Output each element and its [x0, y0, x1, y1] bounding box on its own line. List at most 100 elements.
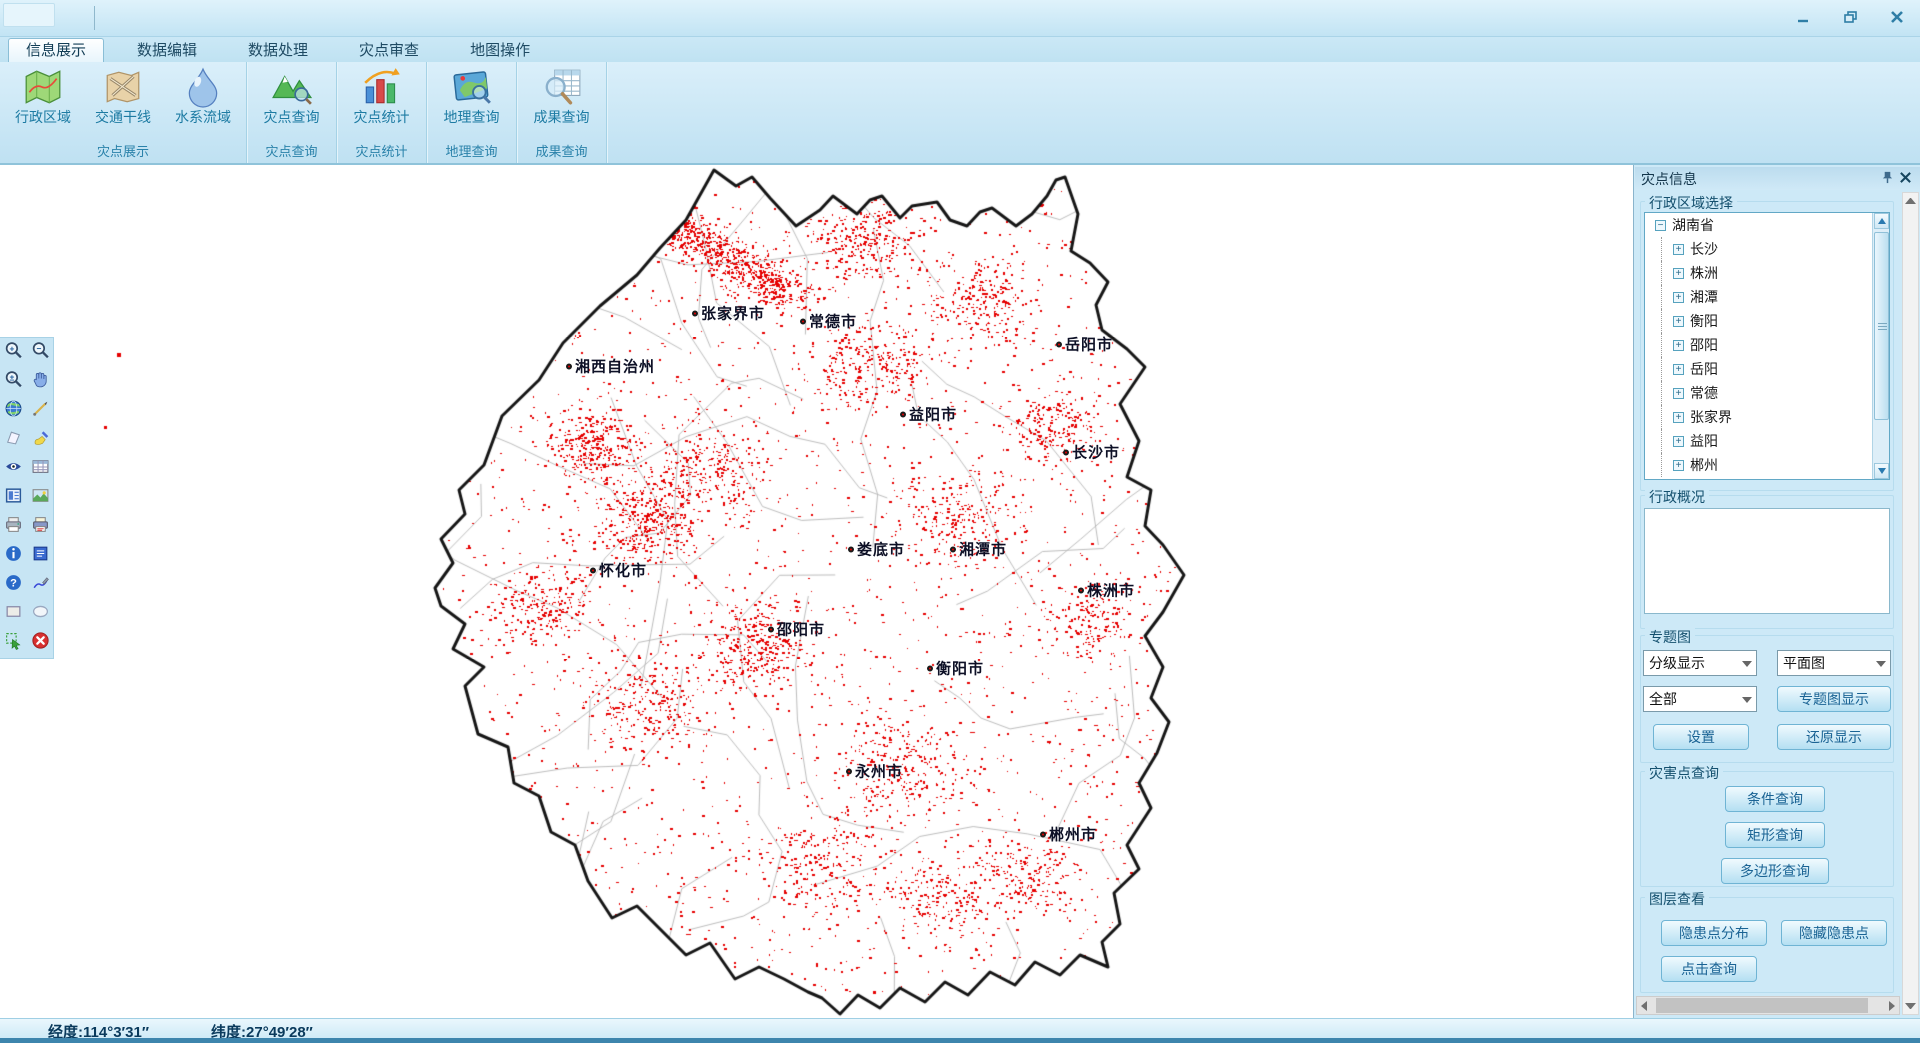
svg-text:+: + — [9, 343, 14, 353]
tree-item-常德[interactable]: +常德 — [1645, 381, 1889, 405]
restore-button[interactable] — [1834, 6, 1868, 28]
query-button-矩形查询[interactable]: 矩形查询 — [1725, 822, 1825, 848]
image-view-button[interactable] — [27, 483, 54, 512]
attribute-table-button[interactable] — [27, 454, 54, 483]
settings-button[interactable]: 设置 — [1653, 724, 1749, 750]
expand-icon[interactable]: + — [1673, 244, 1684, 255]
ribbon-button-成果查询[interactable]: 成果查询 — [522, 65, 602, 136]
scope-dropdown[interactable]: 全部 — [1643, 686, 1757, 712]
expand-icon[interactable]: + — [1673, 388, 1684, 399]
print-preview-button[interactable] — [27, 513, 54, 542]
overview-textarea[interactable] — [1644, 508, 1890, 614]
expand-icon[interactable]: + — [1673, 460, 1684, 471]
expand-icon[interactable]: + — [1673, 316, 1684, 327]
panel-horizontal-scrollbar[interactable] — [1636, 996, 1900, 1015]
map-type-dropdown[interactable]: 平面图 — [1777, 650, 1891, 676]
city-label-长沙市: 长沙市 — [1063, 442, 1120, 463]
document-list-icon — [31, 544, 50, 568]
layer-control-button[interactable] — [0, 483, 27, 512]
expand-icon[interactable]: + — [1673, 268, 1684, 279]
zoom-out-icon: − — [31, 341, 50, 365]
scroll-up-icon[interactable] — [1905, 198, 1916, 204]
scroll-down-icon[interactable] — [1905, 1003, 1916, 1009]
panel-vertical-scrollbar[interactable] — [1902, 192, 1919, 1015]
tab-数据编辑[interactable]: 数据编辑 — [119, 38, 215, 62]
scroll-right-icon[interactable] — [1889, 1001, 1895, 1011]
close-delete-button[interactable] — [27, 629, 54, 658]
ribbon-button-灾点查询[interactable]: 灾点查询 — [252, 65, 332, 136]
tree-item-湖南省[interactable]: −湖南省 — [1645, 213, 1889, 237]
tree-item-益阳[interactable]: +益阳 — [1645, 429, 1889, 453]
ribbon-button-行政区域[interactable]: 行政区域 — [3, 65, 83, 136]
zoom-in-button[interactable]: + — [0, 338, 27, 367]
grade-display-dropdown[interactable]: 分级显示 — [1643, 650, 1757, 676]
tree-item-郴州[interactable]: +郴州 — [1645, 453, 1889, 477]
tree-scroll-thumb[interactable] — [1874, 232, 1889, 420]
ribbon-button-label: 行政区域 — [15, 107, 71, 127]
map-view[interactable]: 张家界市常德市岳阳市湘西自治州益阳市长沙市娄底市湘潭市怀化市株洲市邵阳市衡阳市永… — [0, 165, 1633, 1018]
admin-region-map-icon — [22, 65, 64, 109]
tree-item-湘潭[interactable]: +湘潭 — [1645, 285, 1889, 309]
tree-item-label: 邵阳 — [1690, 335, 1718, 355]
tab-灾点审查[interactable]: 灾点审查 — [341, 38, 437, 62]
expand-icon[interactable]: + — [1673, 436, 1684, 447]
document-list-button[interactable] — [27, 542, 54, 571]
sketch-line-button[interactable] — [27, 571, 54, 600]
refresh-brush-button[interactable] — [27, 425, 54, 454]
pan-hand-button[interactable] — [27, 367, 54, 396]
layer-button-隐藏隐患点[interactable]: 隐藏隐患点 — [1781, 920, 1887, 946]
tree-scrollbar[interactable] — [1872, 213, 1889, 479]
map-canvas[interactable] — [0, 165, 1633, 1018]
tree-item-衡阳[interactable]: +衡阳 — [1645, 309, 1889, 333]
rectangle-select-icon — [4, 602, 23, 626]
full-extent-globe-button[interactable] — [0, 396, 27, 425]
zoom-out-button[interactable]: − — [27, 338, 54, 367]
scroll-left-icon[interactable] — [1641, 1001, 1647, 1011]
tree-scroll-up[interactable] — [1874, 213, 1889, 229]
expand-icon[interactable]: + — [1673, 412, 1684, 423]
ribbon-button-交通干线[interactable]: 交通干线 — [83, 65, 163, 136]
eagle-eye-button[interactable] — [0, 454, 27, 483]
tree-item-长沙[interactable]: +长沙 — [1645, 237, 1889, 261]
quick-access-toolbar[interactable] — [3, 3, 55, 27]
query-button-多边形查询[interactable]: 多边形查询 — [1721, 858, 1829, 884]
expand-icon[interactable]: + — [1673, 292, 1684, 303]
zoom-window-button[interactable]: ± — [0, 367, 27, 396]
panel-close-icon[interactable] — [1896, 171, 1914, 187]
horizontal-scroll-thumb[interactable] — [1656, 998, 1868, 1013]
tree-item-邵阳[interactable]: + 邵阳 — [1645, 333, 1889, 357]
help-button[interactable]: ? — [0, 571, 27, 600]
measure-line-button[interactable] — [27, 396, 54, 425]
ribbon-button-地理查询[interactable]: 地理查询 — [432, 65, 512, 136]
print-button[interactable] — [0, 513, 27, 542]
polygon-select-button[interactable] — [0, 629, 27, 658]
identify-info-button[interactable] — [0, 542, 27, 571]
thematic-show-button[interactable]: 专题图显示 — [1777, 686, 1891, 712]
tree-item-张家界[interactable]: +张家界 — [1645, 405, 1889, 429]
expand-icon[interactable]: + — [1673, 364, 1684, 375]
pin-icon[interactable] — [1878, 171, 1896, 187]
tree-item-岳阳[interactable]: +岳阳 — [1645, 357, 1889, 381]
ribbon-group-label: 灾点查询 — [247, 141, 336, 160]
ellipse-select-button[interactable] — [27, 600, 54, 629]
tab-地图操作[interactable]: 地图操作 — [452, 38, 548, 62]
query-button-条件查询[interactable]: 条件查询 — [1725, 786, 1825, 812]
city-name: 株洲市 — [1087, 580, 1135, 601]
ribbon-button-灾点统计[interactable]: 灾点统计 — [342, 65, 422, 136]
collapse-icon[interactable]: − — [1655, 220, 1666, 231]
layer-button-隐患点分布[interactable]: 隐患点分布 — [1661, 920, 1767, 946]
tab-信息展示[interactable]: 信息展示 — [8, 38, 104, 62]
tab-数据处理[interactable]: 数据处理 — [230, 38, 326, 62]
minimize-button[interactable] — [1786, 6, 1820, 28]
restore-display-button[interactable]: 还原显示 — [1777, 724, 1891, 750]
measure-line-icon — [31, 399, 50, 423]
rectangle-select-button[interactable] — [0, 600, 27, 629]
clear-polygon-button[interactable] — [0, 425, 27, 454]
expand-icon[interactable]: + — [1673, 340, 1684, 351]
layer-button-点击查询[interactable]: 点击查询 — [1661, 956, 1757, 982]
ribbon-button-水系流域[interactable]: 水系流域 — [163, 65, 243, 136]
tree-scroll-down[interactable] — [1874, 463, 1889, 479]
tree-item-株洲[interactable]: +株洲 — [1645, 261, 1889, 285]
close-button[interactable] — [1880, 6, 1914, 28]
city-name: 怀化市 — [599, 560, 647, 581]
